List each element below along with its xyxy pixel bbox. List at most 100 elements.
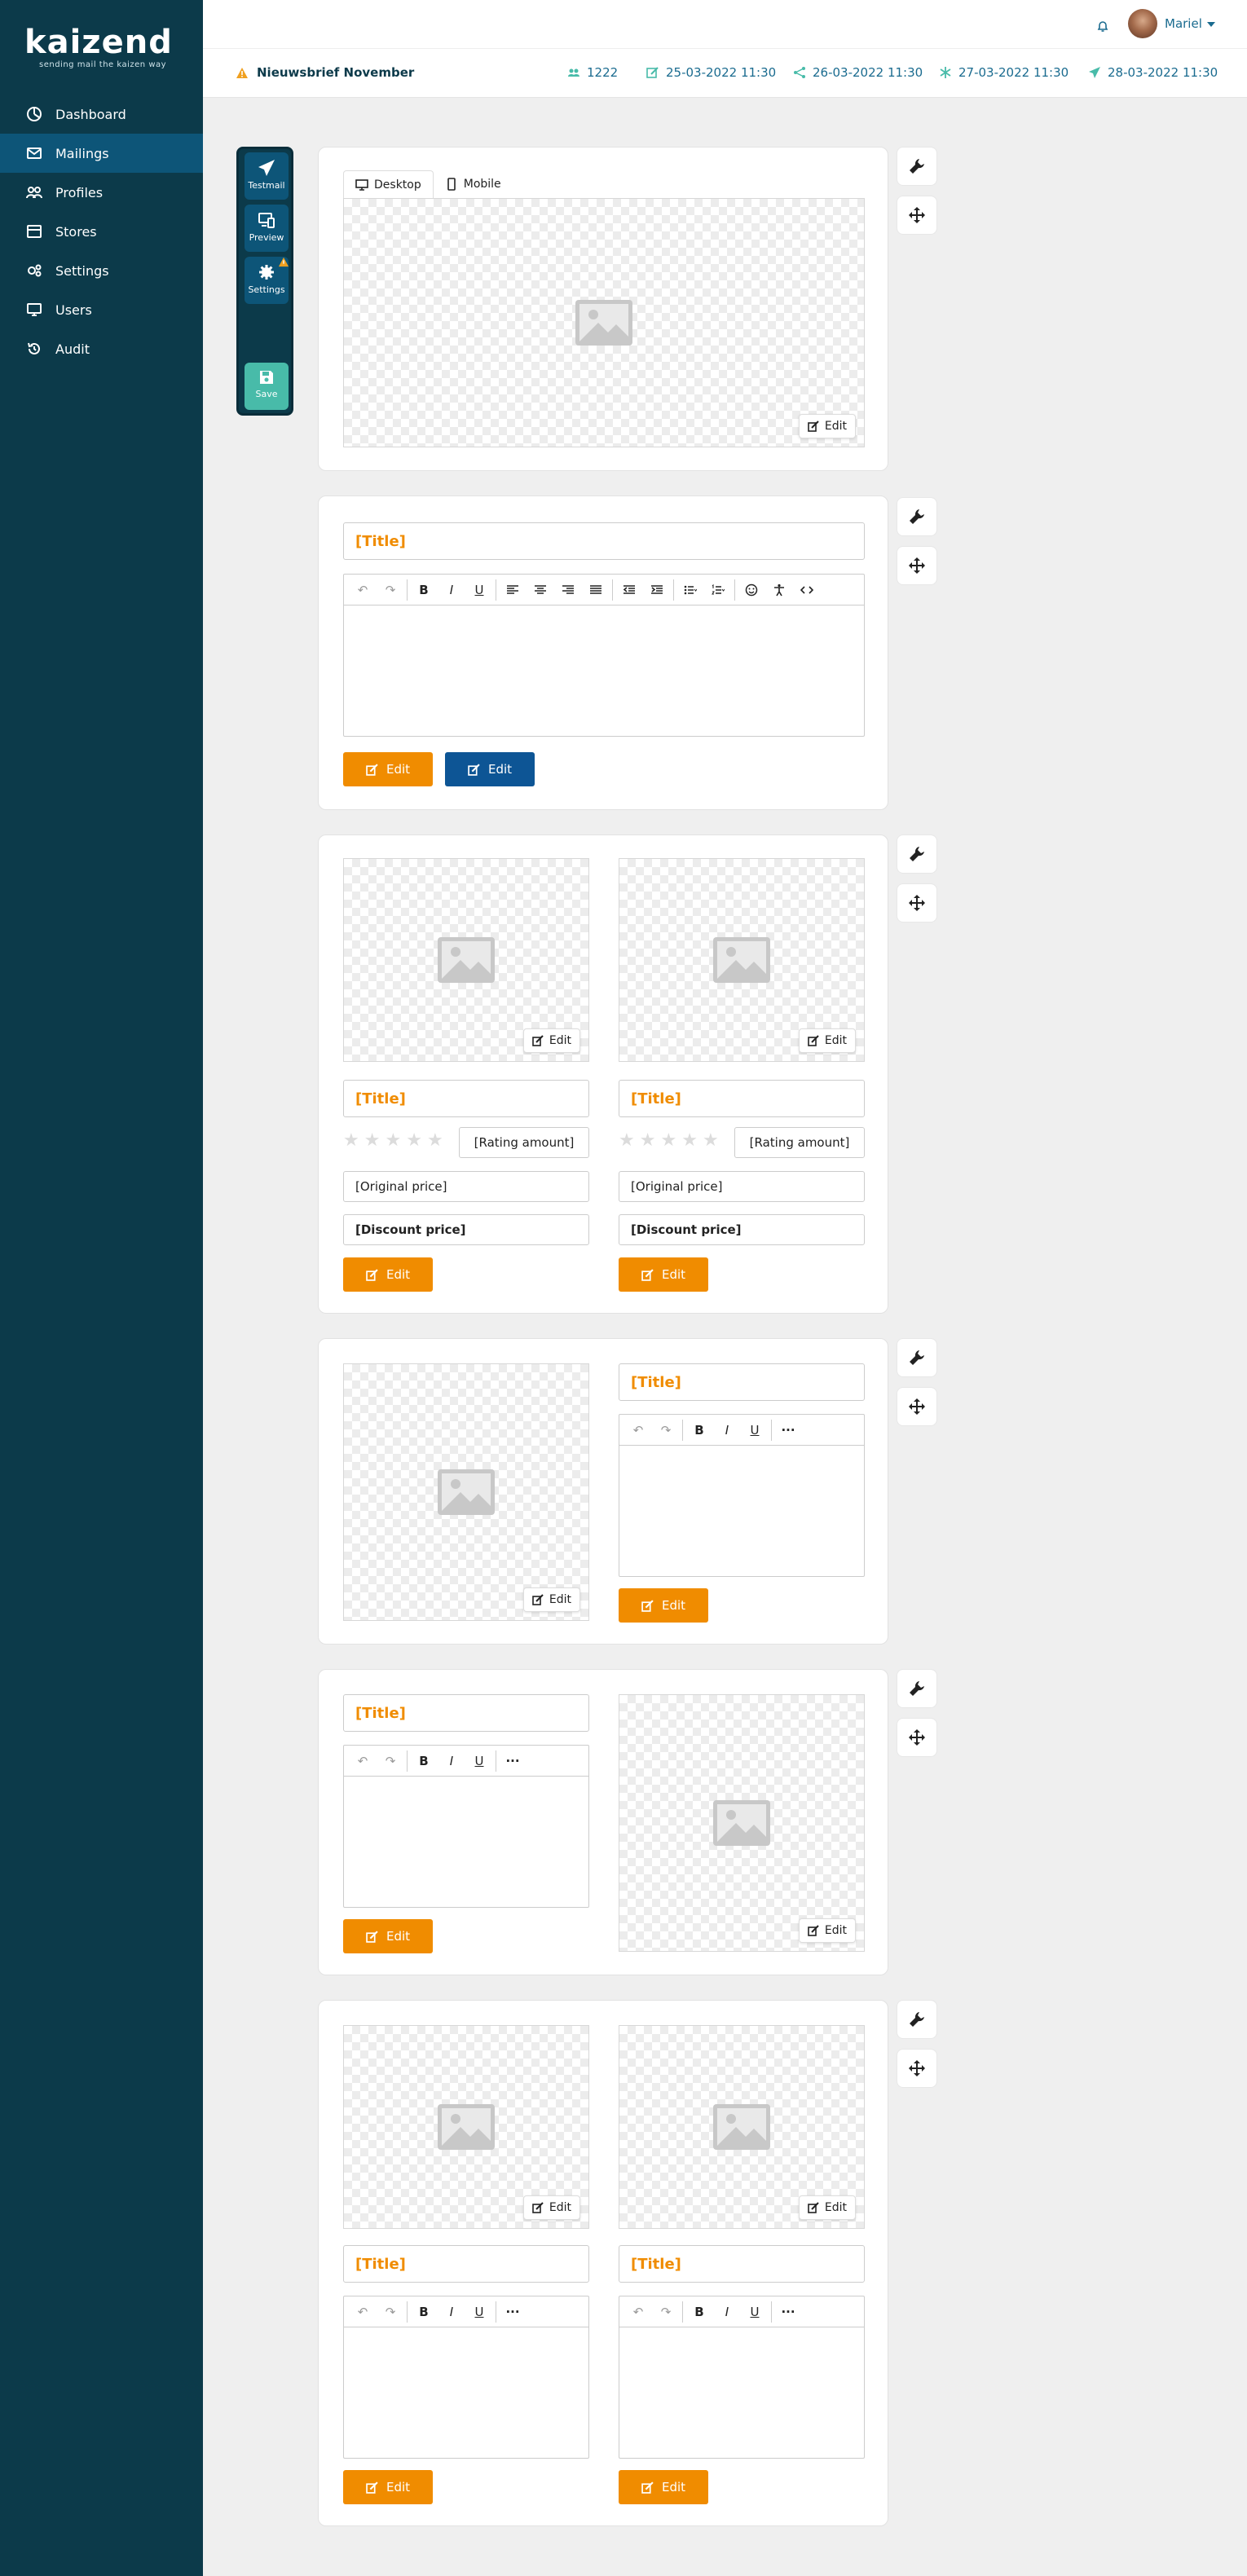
align-right-icon[interactable] — [554, 578, 582, 602]
image-placeholder[interactable]: Edit — [619, 2025, 865, 2229]
tab-mobile[interactable]: Mobile — [433, 170, 513, 198]
sidebar-item-dashboard[interactable]: Dashboard — [0, 95, 203, 134]
underline-icon[interactable]: U — [741, 1418, 769, 1442]
rating-amount-field[interactable]: [Rating amount] — [459, 1127, 589, 1158]
sidebar-item-settings[interactable]: Settings — [0, 251, 203, 290]
edit-button[interactable]: Edit — [343, 2470, 433, 2504]
original-price-field[interactable]: [Original price] — [619, 1171, 865, 1202]
redo-icon[interactable]: ↷ — [652, 2300, 680, 2324]
edit-button[interactable]: Edit — [343, 1919, 433, 1953]
title-input[interactable]: [Title] — [343, 522, 865, 560]
sidebar-item-stores[interactable]: Stores — [0, 212, 203, 251]
bold-icon[interactable]: B — [410, 1749, 438, 1773]
indent-icon[interactable] — [643, 578, 671, 602]
outdent-icon[interactable] — [615, 578, 643, 602]
edit-button-secondary[interactable]: Edit — [445, 752, 535, 786]
more-icon[interactable]: ··· — [774, 1418, 802, 1442]
edit-image-button[interactable]: Edit — [522, 1587, 580, 1612]
accessibility-icon[interactable] — [765, 578, 793, 602]
edit-image-button[interactable]: Edit — [798, 414, 856, 438]
italic-icon[interactable]: I — [713, 1418, 741, 1442]
underline-icon[interactable]: U — [741, 2300, 769, 2324]
title-input[interactable]: [Title] — [343, 2245, 589, 2283]
more-icon[interactable]: ··· — [499, 2300, 527, 2324]
bold-icon[interactable]: B — [410, 578, 438, 602]
sidebar-item-mailings[interactable]: Mailings — [0, 134, 203, 173]
move-icon[interactable] — [897, 1387, 937, 1426]
title-input[interactable]: [Title] — [619, 1363, 865, 1401]
testmail-button[interactable]: Testmail — [245, 152, 289, 200]
undo-icon[interactable]: ↶ — [349, 2300, 377, 2324]
edit-button[interactable]: Edit — [619, 1588, 708, 1623]
bold-icon[interactable]: B — [685, 2300, 713, 2324]
wrench-icon[interactable] — [897, 2000, 937, 2039]
discount-price-field[interactable]: [Discount price] — [343, 1214, 589, 1245]
italic-icon[interactable]: I — [438, 1749, 465, 1773]
redo-icon[interactable]: ↷ — [377, 578, 404, 602]
emoji-icon[interactable] — [738, 578, 765, 602]
underline-icon[interactable]: U — [465, 1749, 493, 1773]
wrench-icon[interactable] — [897, 1669, 937, 1708]
align-center-icon[interactable] — [527, 578, 554, 602]
edit-button[interactable]: Edit — [619, 2470, 708, 2504]
star-rating[interactable]: ★ ★ ★ ★ ★ — [343, 1132, 443, 1150]
image-placeholder[interactable]: Edit — [343, 858, 589, 1062]
star-rating[interactable]: ★ ★ ★ ★ ★ — [619, 1132, 719, 1150]
more-icon[interactable]: ··· — [499, 1749, 527, 1773]
edit-image-button[interactable]: Edit — [798, 1028, 856, 1053]
move-icon[interactable] — [897, 2049, 937, 2088]
title-input[interactable]: [Title] — [619, 1080, 865, 1117]
redo-icon[interactable]: ↷ — [377, 2300, 404, 2324]
move-icon[interactable] — [897, 546, 937, 585]
notifications-bell-icon[interactable] — [1091, 15, 1114, 37]
rich-text-editor[interactable]: ↶ ↷ B I U ··· — [343, 1745, 589, 1908]
save-button[interactable]: Save — [245, 363, 289, 410]
italic-icon[interactable]: I — [438, 578, 465, 602]
preview-button[interactable]: Preview — [245, 205, 289, 252]
more-icon[interactable]: ··· — [774, 2300, 802, 2324]
rich-text-editor[interactable]: ↶ ↷ B I U ··· — [343, 2296, 589, 2459]
rich-text-editor[interactable]: ↶ ↷ B I U — [343, 574, 865, 737]
sidebar-item-audit[interactable]: Audit — [0, 329, 203, 368]
edit-image-button[interactable]: Edit — [522, 1028, 580, 1053]
sidebar-item-users[interactable]: Users — [0, 290, 203, 329]
wrench-icon[interactable] — [897, 834, 937, 874]
source-code-icon[interactable] — [793, 578, 821, 602]
undo-icon[interactable]: ↶ — [349, 578, 377, 602]
undo-icon[interactable]: ↶ — [624, 1418, 652, 1442]
wrench-icon[interactable] — [897, 147, 937, 186]
edit-image-button[interactable]: Edit — [798, 1918, 856, 1943]
redo-icon[interactable]: ↷ — [377, 1749, 404, 1773]
undo-icon[interactable]: ↶ — [624, 2300, 652, 2324]
image-placeholder[interactable]: Edit — [343, 2025, 589, 2229]
edit-button[interactable]: Edit — [343, 1257, 433, 1292]
align-left-icon[interactable] — [499, 578, 527, 602]
move-icon[interactable] — [897, 1718, 937, 1757]
title-input[interactable]: [Title] — [619, 2245, 865, 2283]
tab-desktop[interactable]: Desktop — [343, 170, 434, 198]
image-placeholder[interactable]: Edit — [343, 1363, 589, 1621]
kaizend-logo[interactable]: kaizend sending mail the kaizen way — [24, 23, 187, 72]
edit-image-button[interactable]: Edit — [522, 2195, 580, 2220]
edit-image-button[interactable]: Edit — [798, 2195, 856, 2220]
bold-icon[interactable]: B — [410, 2300, 438, 2324]
italic-icon[interactable]: I — [713, 2300, 741, 2324]
bold-icon[interactable]: B — [685, 1418, 713, 1442]
user-name[interactable]: Mariel — [1165, 16, 1202, 31]
discount-price-field[interactable]: [Discount price] — [619, 1214, 865, 1245]
original-price-field[interactable]: [Original price] — [343, 1171, 589, 1202]
image-placeholder[interactable]: Edit — [343, 198, 865, 447]
move-icon[interactable] — [897, 883, 937, 923]
edit-button[interactable]: Edit — [343, 752, 433, 786]
rich-text-editor[interactable]: ↶ ↷ B I U ··· — [619, 2296, 865, 2459]
bullet-list-icon[interactable] — [676, 578, 704, 602]
align-justify-icon[interactable] — [582, 578, 610, 602]
chevron-down-icon[interactable] — [1207, 22, 1215, 27]
underline-icon[interactable]: U — [465, 2300, 493, 2324]
rich-text-editor[interactable]: ↶ ↷ B I U ··· — [619, 1414, 865, 1577]
edit-button[interactable]: Edit — [619, 1257, 708, 1292]
italic-icon[interactable]: I — [438, 2300, 465, 2324]
image-placeholder[interactable]: Edit — [619, 1694, 865, 1952]
sidebar-item-profiles[interactable]: Profiles — [0, 173, 203, 212]
avatar[interactable] — [1128, 9, 1157, 38]
